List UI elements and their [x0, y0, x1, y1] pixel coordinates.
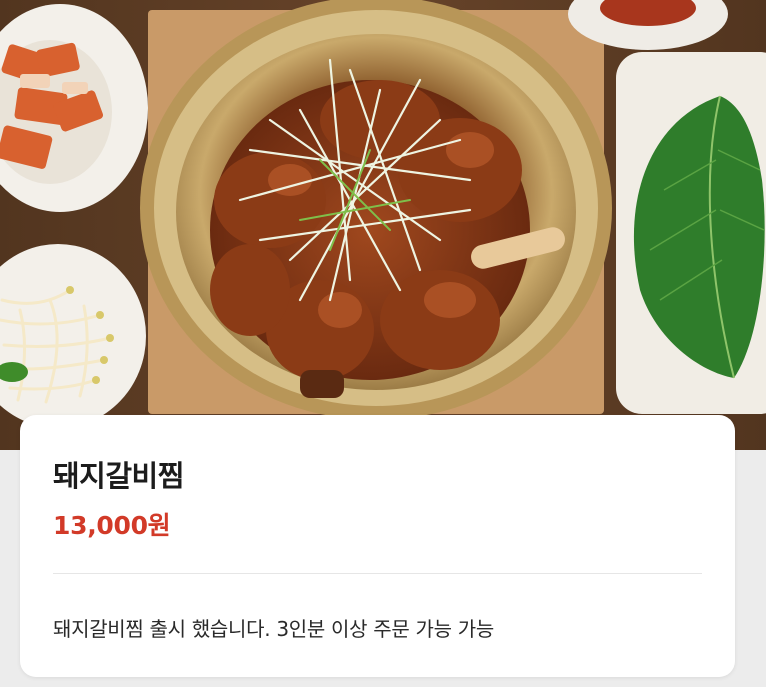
menu-item-description: 돼지갈비찜 출시 했습니다. 3인분 이상 주문 가능 가능	[53, 617, 494, 641]
divider	[53, 573, 702, 574]
food-photo	[0, 0, 766, 450]
menu-item-title: 돼지갈비찜	[53, 459, 184, 493]
menu-item-price: 13,000원	[53, 511, 171, 540]
menu-item-card[interactable]: 돼지갈비찜 13,000원 돼지갈비찜 출시 했습니다. 3인분 이상 주문 가…	[20, 415, 735, 677]
